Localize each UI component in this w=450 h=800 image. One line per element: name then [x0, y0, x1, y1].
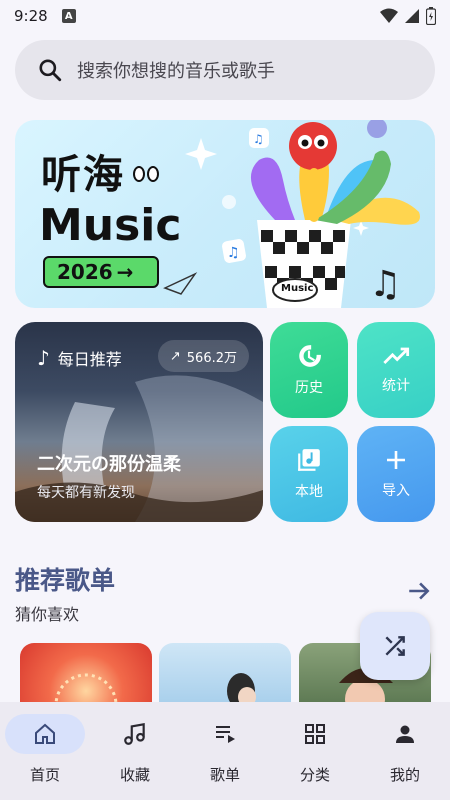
banner-title-cn: 听海	[41, 152, 125, 198]
wifi-icon	[380, 8, 398, 23]
daily-recommend-card[interactable]: ♪ 每日推荐 ↗ 566.2万 二次元の那份温柔 每天都有新发现	[15, 322, 263, 522]
daily-subtitle: 每天都有新发现	[37, 485, 135, 501]
battery-icon	[426, 7, 436, 25]
banner-year: 2026	[57, 260, 113, 284]
playlist-cover	[227, 673, 256, 703]
nav-favorites[interactable]: 收藏	[95, 714, 175, 800]
history-label: 历史	[295, 380, 323, 396]
promo-banner[interactable]: ♫ ♫ ♫ 听海 Music 2026 → Music	[15, 120, 435, 308]
home-icon	[35, 723, 55, 744]
nav-playlists[interactable]: 歌单	[185, 714, 265, 800]
search-bar[interactable]: 搜索你想搜的音乐或歌手	[15, 40, 435, 100]
nav-playlists-label: 歌单	[209, 766, 240, 784]
music-note-icon	[124, 722, 145, 745]
nav-profile-label: 我的	[389, 766, 420, 784]
search-placeholder: 搜索你想搜的音乐或歌手	[77, 61, 275, 82]
svg-text:♫: ♫	[227, 245, 240, 261]
playlist-card[interactable]	[159, 643, 291, 703]
section-title: 推荐歌单	[15, 566, 116, 595]
nav-profile[interactable]: 我的	[365, 714, 445, 800]
play-count-badge: ↗ 566.2万	[157, 340, 249, 372]
daily-title: 二次元の那份温柔	[37, 454, 181, 475]
signal-icon	[405, 9, 419, 23]
status-time: 9:28	[14, 7, 48, 25]
nav-home[interactable]: 首页	[5, 714, 85, 800]
import-button[interactable]: 导入	[357, 426, 435, 522]
grid-icon	[305, 724, 325, 744]
bottom-nav: 首页 收藏 歌单 分类 我的	[0, 702, 450, 800]
stats-button[interactable]: 统计	[357, 322, 435, 418]
banner-year-tag: 2026 →	[43, 256, 159, 288]
svg-text:♫: ♫	[253, 132, 264, 146]
playlist-card[interactable]	[20, 643, 152, 703]
play-count: 566.2万	[186, 350, 237, 366]
history-button[interactable]: 历史	[270, 322, 348, 418]
local-label: 本地	[295, 484, 323, 500]
daily-label: 每日推荐	[57, 350, 122, 369]
banner-cup-label: Music	[281, 283, 314, 294]
nav-categories-label: 分类	[299, 766, 330, 784]
svg-text:♫: ♫	[369, 264, 401, 305]
status-bar: 9:28 A	[0, 0, 450, 32]
stats-label: 统计	[382, 378, 410, 394]
arrow-right-icon: →	[116, 260, 134, 284]
music-library-icon	[298, 449, 320, 471]
local-music-button[interactable]: 本地	[270, 426, 348, 522]
notification-icon: A	[61, 9, 76, 23]
playlist-cover	[54, 673, 118, 703]
arrow-right-icon[interactable]	[406, 578, 432, 604]
playlist-icon	[216, 726, 235, 743]
shuffle-icon	[385, 636, 405, 656]
section-subtitle: 猜你喜欢	[15, 605, 80, 624]
history-icon	[299, 345, 321, 367]
plus-icon	[387, 451, 405, 469]
search-icon	[39, 59, 62, 82]
nav-favorites-label: 收藏	[119, 766, 150, 784]
banner-title-en: Music	[39, 200, 182, 251]
trending-icon	[383, 347, 410, 364]
nav-home-label: 首页	[29, 766, 60, 784]
import-label: 导入	[382, 483, 410, 499]
banner-eyes-icon	[133, 166, 159, 182]
shuffle-button[interactable]	[360, 612, 430, 680]
trending-icon: ↗	[169, 348, 181, 364]
music-note-icon: ♪	[37, 346, 50, 370]
nav-categories[interactable]: 分类	[275, 714, 355, 800]
person-icon	[396, 725, 414, 743]
